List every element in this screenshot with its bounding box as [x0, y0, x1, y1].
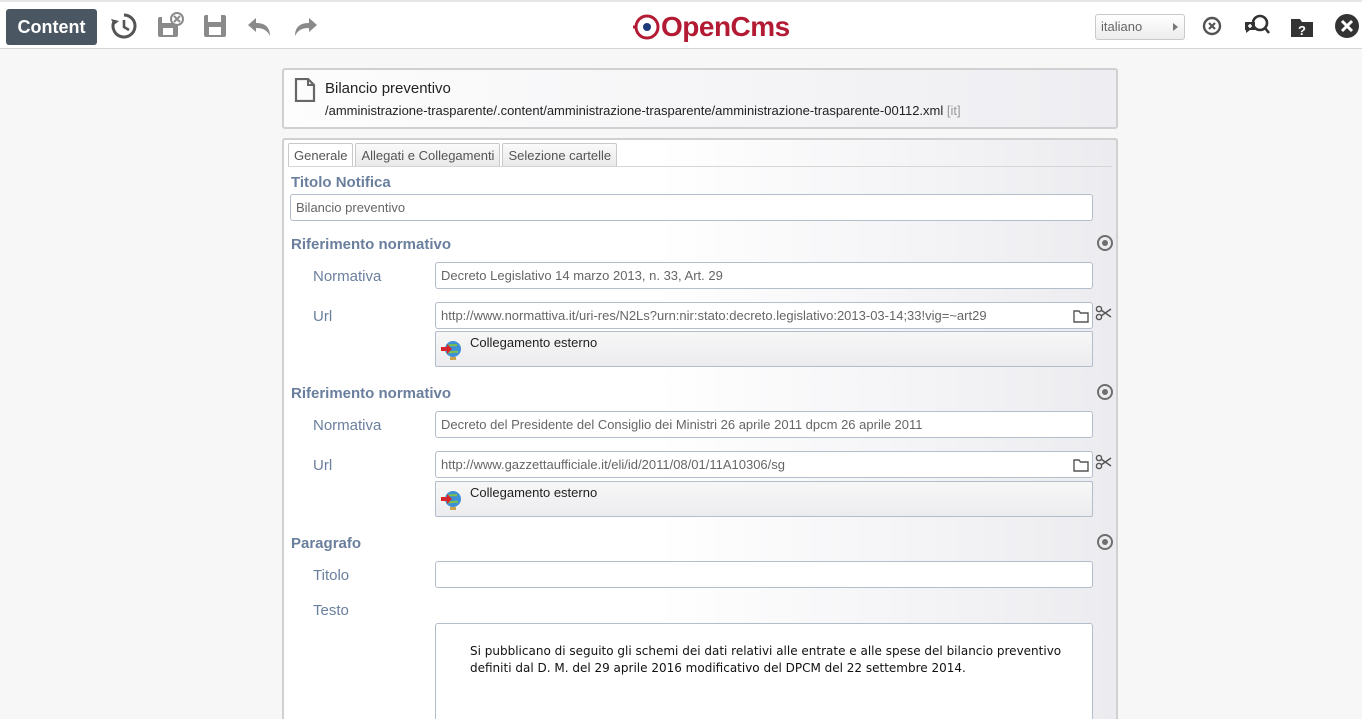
save-exit-icon[interactable] — [154, 10, 186, 42]
tab-generale[interactable]: Generale — [288, 143, 354, 166]
opencms-logo-mark — [633, 14, 660, 40]
resource-path: /amministrazione-trasparente/.content/am… — [325, 103, 961, 118]
logo-text: OpenCms — [661, 11, 790, 42]
scissors-icon[interactable] — [1095, 453, 1113, 471]
options-icon[interactable] — [1097, 235, 1113, 251]
toolbar: Content OpenCms italiano ? — [0, 0, 1362, 49]
history-icon[interactable] — [108, 10, 140, 42]
normativa-input[interactable]: Decreto Legislativo 14 marzo 2013, n. 33… — [435, 262, 1093, 289]
undo-icon[interactable] — [244, 10, 276, 42]
link-type-label: Collegamento esterno — [470, 335, 598, 350]
form-panel: Generale Allegati e Collegamenti Selezio… — [282, 138, 1118, 719]
riferimento-normativo-label: Riferimento normativo — [291, 236, 452, 253]
paragrafo-label: Paragrafo — [291, 535, 362, 552]
clear-icon[interactable] — [1196, 10, 1228, 42]
save-icon[interactable] — [199, 10, 231, 42]
normativa-label: Normativa — [313, 417, 382, 434]
titolo-notifica-input[interactable]: Bilancio preventivo — [290, 194, 1093, 221]
paragrafo-titolo-input[interactable] — [435, 561, 1093, 588]
folder-icon[interactable] — [1073, 458, 1089, 472]
titolo-notifica-label: Titolo Notifica — [291, 174, 391, 191]
help-comment-icon[interactable] — [1240, 10, 1272, 42]
paragrafo-testo-label: Testo — [313, 602, 349, 619]
resource-locale: [it] — [946, 103, 961, 118]
paragrafo-titolo-label: Titolo — [313, 567, 350, 584]
normativa-input[interactable]: Decreto del Presidente del Consiglio dei… — [435, 411, 1093, 438]
document-icon — [294, 78, 316, 102]
link-type-label: Collegamento esterno — [470, 485, 598, 500]
help-icon[interactable]: ? — [1286, 10, 1318, 42]
paragrafo-testo-content: Si pubblicano di seguito gli schemi dei … — [470, 644, 1062, 675]
language-select[interactable]: italiano — [1095, 14, 1185, 40]
normativa-label: Normativa — [313, 268, 382, 285]
riferimento-normativo-label: Riferimento normativo — [291, 385, 452, 402]
folder-icon[interactable] — [1073, 309, 1089, 323]
tab-allegati-collegamenti[interactable]: Allegati e Collegamenti — [355, 143, 501, 166]
tab-bar: Generale Allegati e Collegamenti Selezio… — [288, 143, 618, 166]
url-input[interactable]: http://www.normattiva.it/uri-res/N2Ls?ur… — [435, 302, 1093, 329]
options-icon[interactable] — [1097, 384, 1113, 400]
paragrafo-testo-editor[interactable]: Si pubblicano di seguito gli schemi dei … — [435, 623, 1093, 719]
resource-title: Bilancio preventivo — [325, 80, 451, 97]
resource-header: Bilancio preventivo /amministrazione-tra… — [282, 68, 1118, 129]
language-value: italiano — [1101, 19, 1143, 34]
external-link-icon — [441, 491, 461, 510]
content-button[interactable]: Content — [6, 9, 97, 45]
external-link-icon — [441, 341, 461, 360]
tab-divider — [288, 166, 1112, 167]
options-icon[interactable] — [1097, 534, 1113, 550]
url-input[interactable]: http://www.gazzettaufficiale.it/eli/id/2… — [435, 451, 1093, 478]
url-label: Url — [313, 457, 333, 474]
chevron-right-icon — [1173, 23, 1178, 31]
scissors-icon[interactable] — [1095, 304, 1113, 322]
resource-path-text: /amministrazione-trasparente/.content/am… — [325, 103, 944, 118]
redo-icon[interactable] — [289, 10, 321, 42]
opencms-logo: OpenCms — [633, 10, 790, 44]
close-icon[interactable] — [1331, 10, 1362, 42]
tab-selezione-cartelle[interactable]: Selezione cartelle — [502, 143, 618, 166]
url-label: Url — [313, 308, 333, 325]
link-type-box: Collegamento esterno — [435, 481, 1093, 517]
svg-text:?: ? — [1298, 23, 1306, 38]
link-type-box: Collegamento esterno — [435, 331, 1093, 367]
